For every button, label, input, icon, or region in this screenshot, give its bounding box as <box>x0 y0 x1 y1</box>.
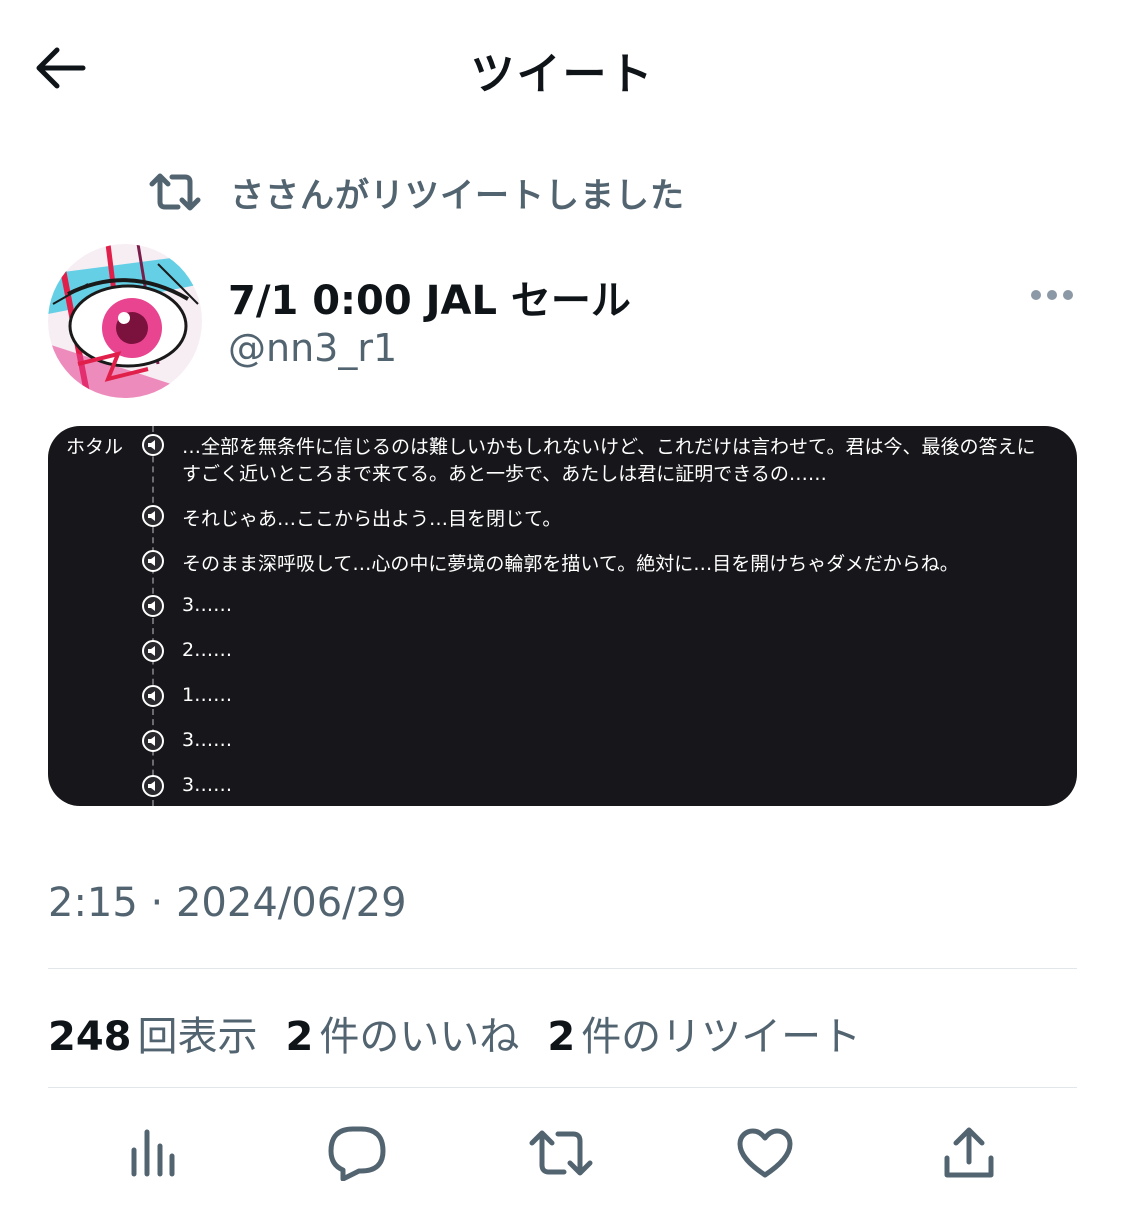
dialog-line: そのまま深呼吸して…心の中に夢境の輪郭を描いて。絶対に…目を開けちゃダメだからね… <box>182 553 959 575</box>
tweet-stats: 248 回表示 2 件のいいね 2 件のリツイート <box>48 1004 889 1060</box>
speaker-icon[interactable] <box>142 434 164 456</box>
likes-label: 件のいいね <box>319 1014 520 1060</box>
dialog-line: 3…… <box>182 774 233 796</box>
dialog-line: それじゃあ…ここから出よう…目を閉じて。 <box>182 508 562 530</box>
more-options-button[interactable] <box>1024 280 1080 310</box>
retweet-context-label: ささんがリツイートしました <box>230 175 685 216</box>
dialog-speaker-name: ホタル <box>66 436 124 458</box>
retweet-icon <box>149 173 201 211</box>
heart-icon <box>737 1128 793 1178</box>
retweets-count: 2 <box>547 1014 576 1060</box>
views-label: 回表示 <box>137 1014 258 1060</box>
share-icon <box>944 1127 994 1178</box>
avatar[interactable] <box>48 244 202 398</box>
analytics-button[interactable] <box>118 1118 188 1188</box>
dialog-line: 1…… <box>182 684 233 706</box>
dialog-line: …全部を無条件に信じるのは難しいかもしれないけど、これだけは言わせて。君は今、最… <box>182 436 1036 458</box>
speaker-icon[interactable] <box>142 775 164 797</box>
dialog-line: すごく近いところまで来てる。あと一歩で、あたしは君に証明できるの…… <box>182 463 827 485</box>
divider <box>48 1087 1077 1088</box>
speaker-icon[interactable] <box>142 685 164 707</box>
like-button[interactable] <box>730 1118 800 1188</box>
views-stat[interactable]: 248 回表示 <box>48 1004 258 1062</box>
share-button[interactable] <box>934 1118 1004 1188</box>
top-bar: ツイート <box>0 0 1125 135</box>
retweets-stat[interactable]: 2 件のリツイート <box>547 1004 861 1062</box>
dialog-line: 3…… <box>182 729 233 751</box>
page-title: ツイート <box>470 49 655 100</box>
reply-button[interactable] <box>322 1118 392 1188</box>
divider <box>48 968 1077 969</box>
retweet-context[interactable]: ささんがリツイートしました <box>148 168 685 216</box>
speaker-icon[interactable] <box>142 595 164 617</box>
author-display-name[interactable]: 7/1 0:00 JAL セール <box>228 268 631 326</box>
author-handle[interactable]: @nn3_r1 <box>228 326 397 370</box>
likes-count: 2 <box>285 1014 314 1060</box>
retweet-icon <box>529 1130 593 1176</box>
retweet-button[interactable] <box>526 1118 596 1188</box>
tweet-media-image[interactable]: ホタル …全部を無条件に信じるのは難しいかもしれないけど、これだけは言わせて。君… <box>48 426 1077 806</box>
more-dots-icon <box>1031 290 1073 300</box>
reply-icon <box>328 1126 386 1181</box>
speaker-icon[interactable] <box>142 550 164 572</box>
retweets-label: 件のリツイート <box>581 1014 862 1060</box>
analytics-icon <box>131 1129 175 1177</box>
dialog-line: 3…… <box>182 594 233 616</box>
tweet-timestamp[interactable]: 2:15 · 2024/06/29 <box>48 880 407 926</box>
likes-stat[interactable]: 2 件のいいね <box>286 1004 520 1062</box>
dialog-line: 2…… <box>182 639 233 661</box>
tweet-action-bar <box>0 1108 1125 1198</box>
anime-eye-avatar-icon <box>48 244 202 398</box>
speaker-icon[interactable] <box>142 505 164 527</box>
views-count: 248 <box>48 1014 132 1060</box>
speaker-icon[interactable] <box>142 730 164 752</box>
speaker-icon[interactable] <box>142 640 164 662</box>
